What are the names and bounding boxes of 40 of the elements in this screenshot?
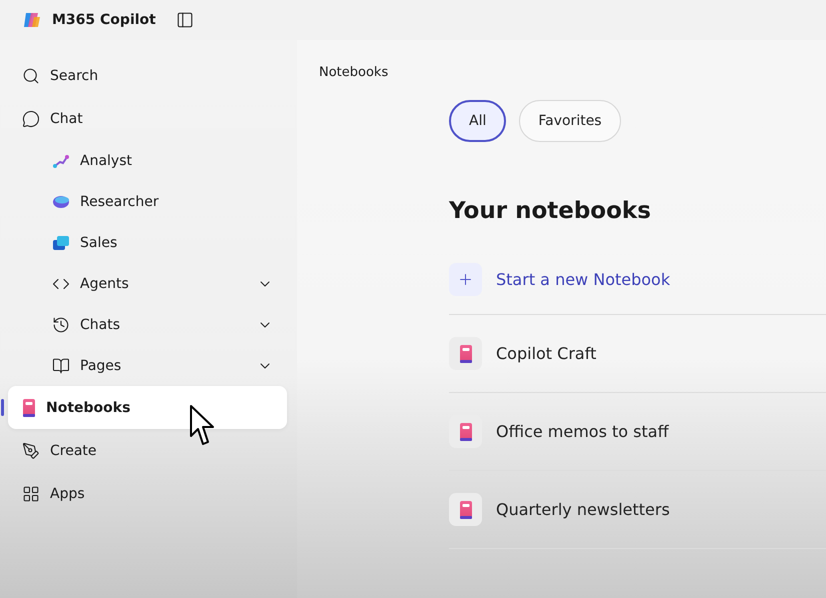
researcher-icon bbox=[52, 194, 70, 208]
analyst-icon bbox=[52, 152, 70, 168]
sidebar-item[interactable]: Pages bbox=[50, 345, 287, 386]
notebook-icon bbox=[458, 422, 472, 440]
sidebar-item[interactable]: Researcher bbox=[50, 181, 287, 222]
sidebar-item[interactable]: Sales bbox=[50, 222, 287, 263]
section-heading: Your notebooks bbox=[449, 198, 652, 224]
add-tile[interactable] bbox=[449, 262, 482, 296]
app-title: M365 Copilot bbox=[52, 12, 156, 28]
breadcrumb: Notebooks bbox=[319, 65, 390, 80]
sidebar-toggle-icon[interactable] bbox=[176, 11, 194, 29]
sidebar-item[interactable]: Chats bbox=[50, 304, 287, 345]
selection-indicator bbox=[1, 399, 4, 416]
notebook-icon bbox=[458, 344, 472, 362]
notebook-title[interactable]: Office memos to staff bbox=[496, 422, 669, 441]
sidebar-item[interactable]: Chat bbox=[8, 97, 287, 140]
notebook-tile[interactable] bbox=[449, 493, 482, 526]
filter-tab[interactable]: Favorites bbox=[519, 100, 621, 142]
copilot-logo-icon bbox=[22, 11, 42, 29]
search-icon bbox=[22, 66, 40, 84]
sidebar-item[interactable]: Notebooks bbox=[8, 386, 287, 429]
sidebar-item[interactable]: Analyst bbox=[50, 140, 287, 181]
grid-icon bbox=[22, 484, 40, 502]
notebook-icon bbox=[22, 398, 36, 416]
notebook-title[interactable]: Quarterly newsletters bbox=[496, 500, 670, 519]
chat-bubble-icon bbox=[22, 110, 40, 128]
notebook-tile[interactable] bbox=[449, 337, 482, 370]
book-icon bbox=[52, 356, 70, 374]
filter-tab[interactable]: All bbox=[449, 100, 506, 142]
mouse-pointer-icon bbox=[189, 404, 215, 446]
sales-icon bbox=[52, 234, 70, 250]
notebook-title[interactable]: Copilot Craft bbox=[496, 344, 596, 363]
pen-icon bbox=[22, 442, 40, 460]
sidebar-item[interactable]: Search bbox=[8, 54, 287, 97]
sidebar-item[interactable]: Apps bbox=[8, 472, 287, 515]
new-notebook-link[interactable]: Start a new Notebook bbox=[496, 270, 670, 288]
sidebar-item[interactable]: Agents bbox=[50, 263, 287, 304]
sidebar-item[interactable]: Create bbox=[8, 429, 287, 472]
history-icon bbox=[52, 316, 70, 334]
notebook-icon bbox=[458, 500, 472, 518]
